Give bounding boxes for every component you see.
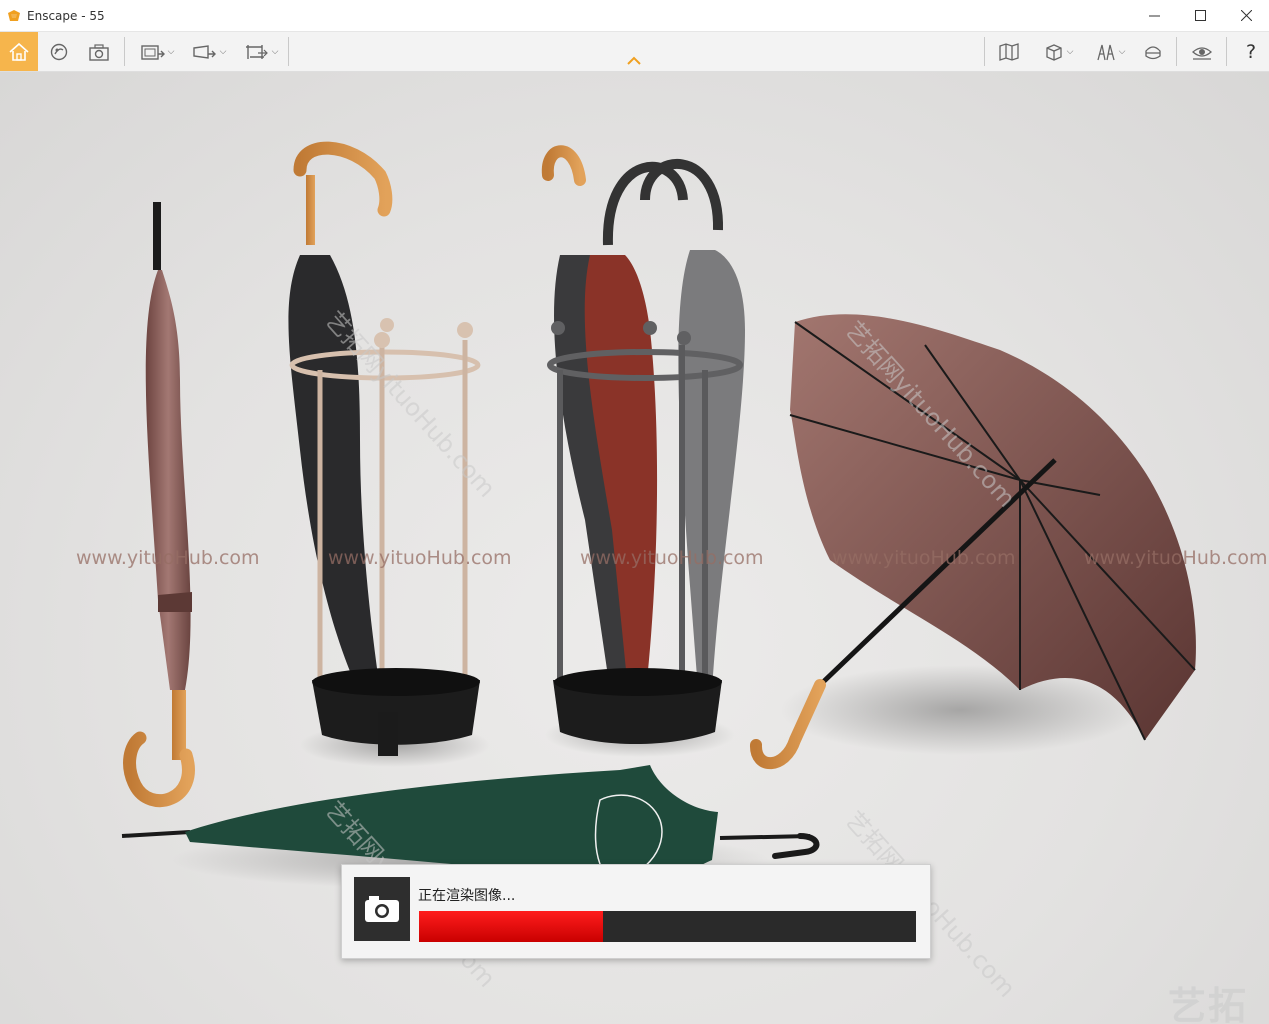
asset-library-icon: [50, 43, 68, 60]
view-cube-button[interactable]: ⌵: [1034, 32, 1082, 71]
screenshot-button[interactable]: [84, 32, 114, 71]
toolbar-separator: [288, 37, 289, 66]
chevron-down-icon: ⌵: [167, 46, 175, 57]
camera-icon: [89, 43, 109, 61]
render-video-button[interactable]: ⌵: [186, 32, 232, 71]
help-button[interactable]: ?: [1236, 32, 1266, 71]
render-camera-box: [354, 877, 410, 941]
closed-umbrella-brown: [123, 202, 195, 808]
maximize-button[interactable]: [1177, 0, 1223, 31]
title-bar: Enscape - 55: [0, 0, 1269, 32]
toolbar-separator: [124, 37, 125, 66]
window-controls: [1131, 0, 1269, 31]
render-progress-bar: [419, 911, 916, 942]
umbrella-stand-dark: [541, 145, 745, 744]
render-status-text: 正在渲染图像...: [418, 888, 516, 904]
vr-headset-icon: [1145, 45, 1161, 59]
chevron-up-icon[interactable]: [626, 56, 642, 66]
vr-button[interactable]: [1138, 32, 1168, 71]
home-button[interactable]: [0, 32, 38, 71]
map-button[interactable]: [994, 32, 1024, 71]
minimize-icon: [1148, 15, 1160, 17]
settings-view-button[interactable]: ⌵: [1086, 32, 1134, 71]
window-title: Enscape - 55: [27, 8, 105, 23]
toolbar-separator: [984, 37, 985, 66]
chevron-down-icon: ⌵: [271, 46, 279, 57]
watermark-text: www.yituoHub.com: [580, 547, 764, 569]
chevron-down-icon: ⌵: [219, 46, 227, 57]
render-video-icon: [192, 44, 216, 59]
toolbar-separator: [1226, 37, 1227, 66]
export-icon: [245, 44, 268, 59]
toolbar: ⌵ ⌵ ⌵ ⌵ ⌵ ?: [0, 32, 1269, 72]
cube-icon: [1045, 43, 1062, 61]
chevron-down-icon: ⌵: [1066, 46, 1074, 57]
watermark-text: www.yituoHub.com: [832, 547, 1016, 569]
maximize-icon: [1194, 10, 1206, 21]
corner-logo: 艺拓: [1168, 984, 1249, 1024]
render-progress-dialog: 正在渲染图像...: [341, 864, 931, 959]
watermark-text: www.yituoHub.com: [76, 547, 260, 569]
close-button[interactable]: [1223, 0, 1269, 31]
render-image-icon: [140, 44, 165, 60]
export-button[interactable]: ⌵: [238, 32, 284, 71]
visibility-button[interactable]: [1186, 32, 1218, 71]
enscape-logo-icon: [7, 9, 21, 23]
minimize-button[interactable]: [1131, 0, 1177, 31]
home-icon: [9, 42, 29, 61]
render-image-button[interactable]: ⌵: [134, 32, 180, 71]
watermark-text: www.yituoHub.com: [1084, 547, 1268, 569]
watermark-text: www.yituoHub.com: [328, 547, 512, 569]
eye-icon: [1192, 46, 1212, 60]
asset-library-button[interactable]: [44, 32, 74, 71]
close-icon: [1240, 10, 1252, 21]
camera-icon: [365, 896, 399, 922]
render-progress-fill: [419, 911, 603, 942]
chevron-down-icon: ⌵: [1118, 46, 1126, 57]
toolbar-separator: [1176, 37, 1177, 66]
sliders-icon: [1096, 44, 1115, 60]
map-icon: [999, 42, 1019, 61]
